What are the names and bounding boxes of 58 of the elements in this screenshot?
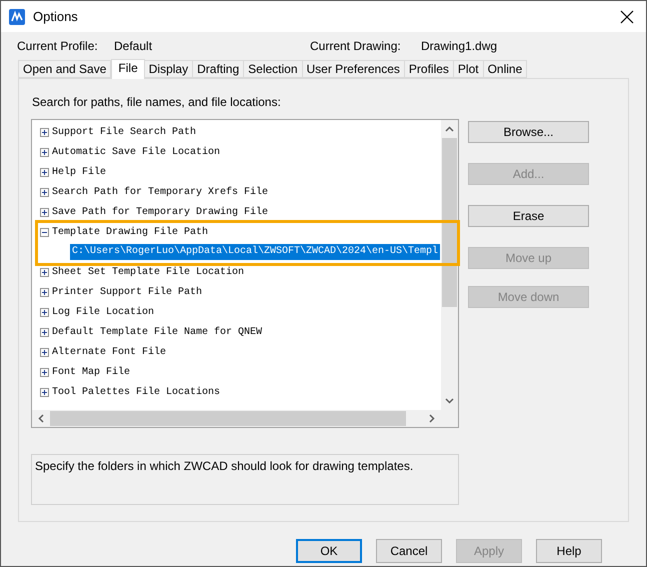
tree-item[interactable]: Alternate Font File bbox=[52, 344, 166, 360]
vertical-scrollbar[interactable] bbox=[441, 120, 458, 410]
tab[interactable]: Plot bbox=[454, 60, 484, 78]
expand-icon[interactable] bbox=[40, 168, 49, 176]
tab[interactable]: Online bbox=[484, 60, 528, 78]
tree-item[interactable]: Help File bbox=[52, 164, 106, 180]
window-title: Options bbox=[33, 8, 78, 26]
scrollbar-thumb[interactable] bbox=[442, 138, 457, 307]
tab[interactable]: Display bbox=[144, 60, 194, 78]
tab[interactable]: Profiles bbox=[404, 60, 454, 78]
tree-item[interactable]: Printer Support File Path bbox=[52, 284, 202, 300]
tree-item[interactable]: Automatic Save File Location bbox=[52, 144, 220, 160]
profile-label: Current Profile: bbox=[17, 38, 99, 55]
expand-icon[interactable] bbox=[40, 128, 49, 136]
scroll-up-icon[interactable] bbox=[445, 126, 454, 132]
description-box: Specify the folders in which ZWCAD should look for drawing templates. bbox=[31, 454, 459, 505]
tree-item[interactable]: Tool Palettes File Locations bbox=[52, 384, 220, 400]
expand-icon[interactable] bbox=[40, 328, 49, 336]
side-button[interactable]: Erase bbox=[468, 205, 589, 227]
tab[interactable]: Selection bbox=[244, 60, 303, 78]
tree-item[interactable]: Save Path for Temporary Drawing File bbox=[52, 204, 268, 220]
scroll-left-icon[interactable] bbox=[38, 414, 44, 423]
tree-item[interactable]: Default Template File Name for QNEW bbox=[52, 324, 262, 340]
horizontal-scrollbar[interactable] bbox=[32, 410, 458, 427]
expand-icon[interactable] bbox=[40, 308, 49, 316]
expand-icon[interactable] bbox=[40, 388, 49, 396]
expand-icon[interactable] bbox=[40, 208, 49, 216]
tab[interactable]: User Preferences bbox=[302, 60, 405, 78]
expand-icon[interactable] bbox=[40, 348, 49, 356]
expand-icon[interactable] bbox=[40, 368, 49, 376]
tab[interactable]: File bbox=[111, 59, 145, 79]
side-button[interactable]: Browse... bbox=[468, 121, 589, 143]
tree-item[interactable]: C:\Users\RogerLuo\AppData\Local\ZWSOFT\ZWCAD\2024\en-US\Templ bbox=[70, 244, 440, 260]
expand-icon[interactable] bbox=[40, 148, 49, 156]
scroll-down-icon[interactable] bbox=[445, 398, 454, 404]
tree-item[interactable]: Sheet Set Template File Location bbox=[52, 264, 244, 280]
dialog-button[interactable]: Help bbox=[536, 539, 602, 563]
tab[interactable]: Open and Save bbox=[18, 60, 112, 78]
app-logo-icon bbox=[9, 8, 25, 24]
close-icon[interactable] bbox=[620, 10, 634, 24]
tree-item[interactable]: Log File Location bbox=[52, 304, 154, 320]
drawing-value: Drawing1.dwg bbox=[421, 38, 498, 55]
tree-heading: Search for paths, file names, and file locations: bbox=[32, 94, 282, 111]
profile-value: Default bbox=[114, 38, 154, 55]
tree-item[interactable]: Search Path for Temporary Xrefs File bbox=[52, 184, 268, 200]
expand-icon[interactable] bbox=[40, 188, 49, 196]
expand-icon[interactable] bbox=[40, 268, 49, 276]
tab[interactable]: Drafting bbox=[193, 60, 244, 78]
scrollbar-thumb[interactable] bbox=[50, 411, 406, 426]
tree-item[interactable]: Font Map File bbox=[52, 364, 130, 380]
tree-item[interactable]: Support File Search Path bbox=[52, 124, 196, 140]
drawing-label: Current Drawing: bbox=[310, 38, 402, 55]
collapse-icon[interactable] bbox=[40, 228, 49, 236]
dialog-button[interactable]: OK bbox=[296, 539, 362, 563]
dialog-button[interactable]: Cancel bbox=[376, 539, 442, 563]
tree-item[interactable]: Template Drawing File Path bbox=[52, 224, 208, 240]
expand-icon[interactable] bbox=[40, 288, 49, 296]
scroll-right-icon[interactable] bbox=[429, 414, 435, 423]
